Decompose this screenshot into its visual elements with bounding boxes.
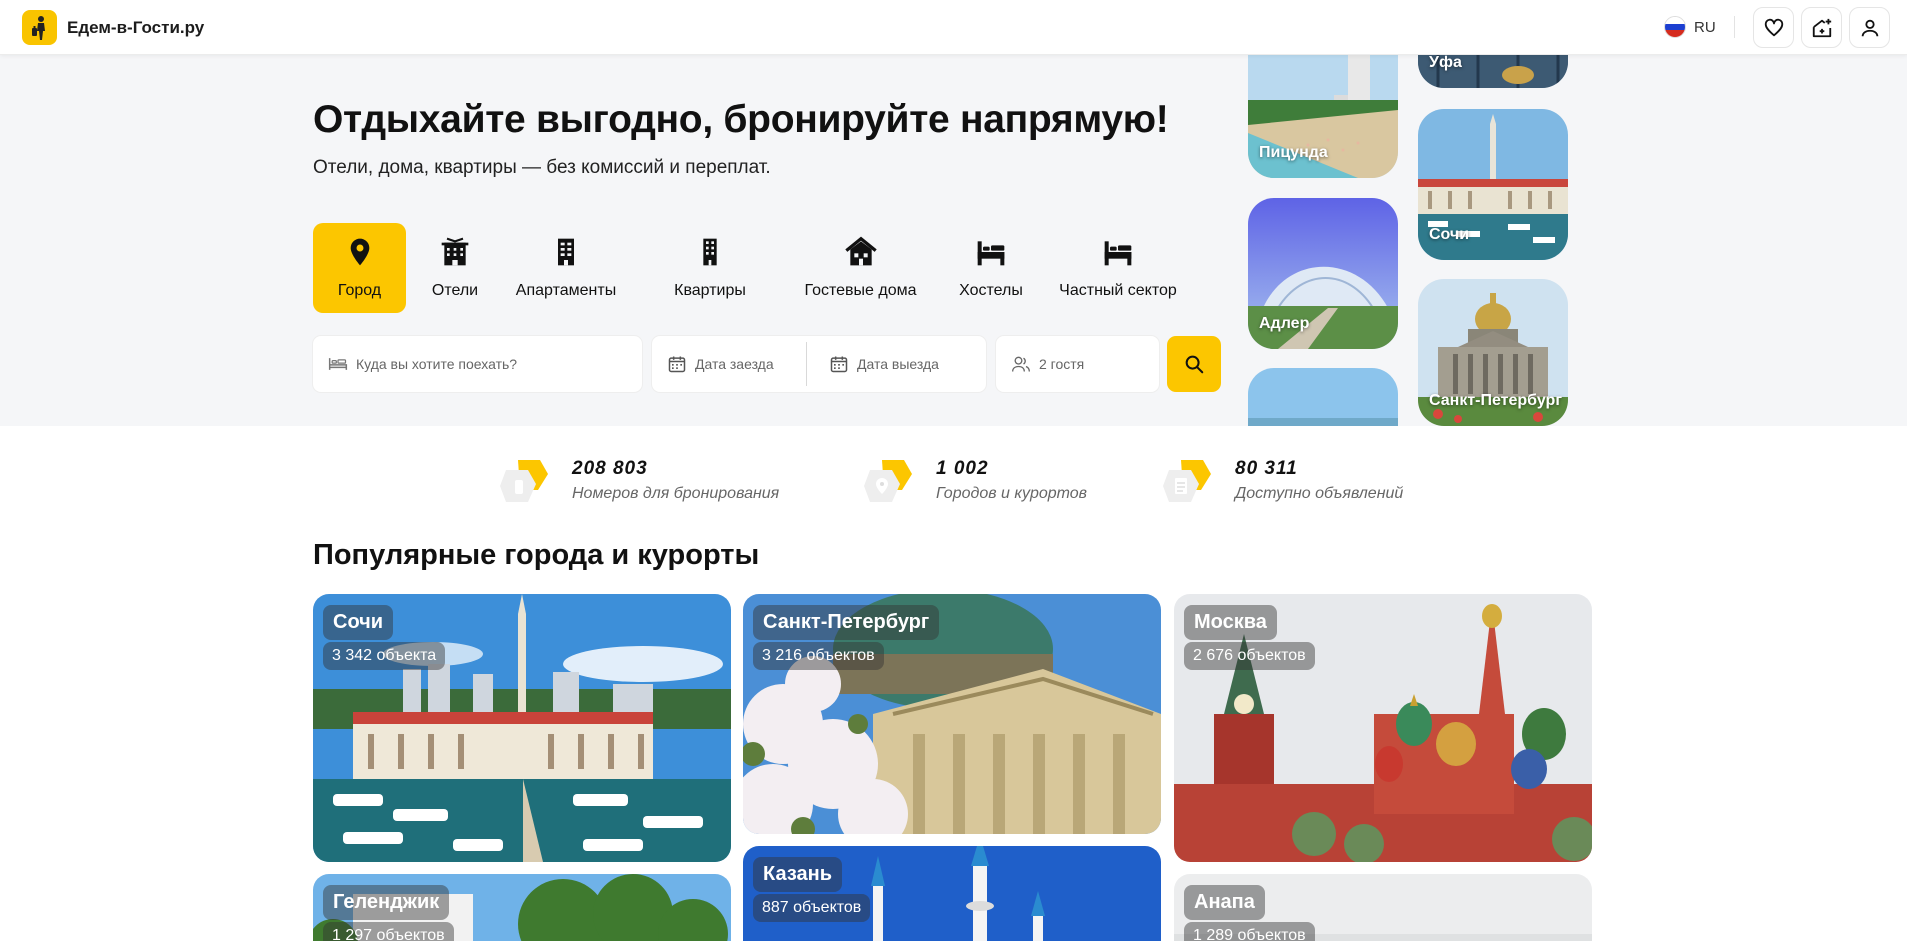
destination-input[interactable] — [356, 356, 616, 372]
checkin-field[interactable]: Дата заезда — [667, 354, 817, 374]
tab-label: Город — [337, 282, 382, 299]
stat-number: 208 803 — [572, 458, 648, 479]
calendar-icon — [668, 356, 686, 373]
city-name: Казань — [753, 857, 842, 892]
listings-stat-icon — [1163, 460, 1211, 502]
bed-icon — [328, 358, 348, 370]
city-name: Москва — [1184, 605, 1277, 640]
destination-field[interactable] — [313, 336, 642, 392]
tab-city[interactable]: Город — [313, 223, 406, 313]
tile-ufa[interactable]: Уфа — [1418, 55, 1568, 88]
map-pin-icon — [350, 238, 369, 266]
sea-photo — [1248, 368, 1398, 426]
bed-icon — [1104, 241, 1132, 266]
city-name: Геленджик — [323, 885, 450, 920]
language-label: RU — [1694, 18, 1716, 36]
calendar-icon — [830, 356, 848, 373]
city-card-moscow[interactable]: Москва 2 676 объектов — [1174, 594, 1592, 862]
tile-spb[interactable]: Санкт-Петербург — [1418, 279, 1568, 426]
tile-label: Сочи — [1429, 226, 1470, 243]
building-icon — [703, 238, 717, 266]
stat-label: Номеров для бронирования — [572, 485, 780, 502]
house-icon — [844, 236, 877, 266]
guests-field[interactable]: 2 гостя — [996, 336, 1159, 392]
city-count: 2 676 объектов — [1184, 642, 1315, 670]
profile-button[interactable] — [1849, 7, 1890, 48]
stat-label: Городов и курортов — [936, 485, 1088, 502]
logo-icon — [22, 10, 57, 45]
language-switcher[interactable]: RU — [1664, 16, 1716, 38]
tile-adler[interactable]: Адлер — [1248, 198, 1398, 349]
guests-label: 2 гостя — [1039, 356, 1085, 372]
checkout-label: Дата выезда — [857, 356, 939, 372]
tab-private-sector[interactable]: Частный сектор — [1043, 223, 1193, 313]
search-button[interactable] — [1167, 336, 1221, 392]
city-count: 3 216 объектов — [753, 642, 884, 670]
tab-hostels[interactable]: Хостелы — [936, 223, 1046, 313]
brand-logo[interactable]: Едем-в-Гости.ру — [22, 10, 204, 45]
hero-title: Отдыхайте выгодно, бронируйте напрямую! — [313, 98, 1169, 141]
tab-label: Апартаменты — [515, 282, 617, 299]
city-name: Сочи — [323, 605, 394, 640]
city-count: 3 342 объекта — [323, 642, 446, 670]
city-card-kazan[interactable]: Казань 887 объектов — [743, 846, 1161, 941]
city-count: 1 297 объектов — [323, 922, 454, 941]
hero-subtitle: Отели, дома, квартиры — без комиссий и п… — [313, 157, 771, 178]
top-header: Едем-в-Гости.ру RU — [0, 0, 1907, 55]
tab-label: Частный сектор — [1059, 282, 1177, 299]
city-name: Санкт-Петербург — [753, 605, 940, 640]
apartment-icon — [558, 238, 574, 266]
city-count: 887 объектов — [753, 894, 871, 922]
search-icon — [1185, 355, 1204, 374]
brand-name: Едем-в-Гости.ру — [67, 17, 205, 37]
city-count: 1 289 объектов — [1184, 922, 1315, 941]
add-listing-button[interactable] — [1801, 7, 1842, 48]
user-icon — [1861, 19, 1878, 36]
guests-icon — [1012, 356, 1030, 372]
tab-flats[interactable]: Квартиры — [670, 223, 750, 313]
russia-flag-icon — [1664, 16, 1686, 38]
tile-label: Санкт-Петербург — [1429, 392, 1562, 409]
add-listing-icon — [1812, 18, 1831, 37]
city-card-spb[interactable]: Санкт-Петербург 3 216 объектов — [743, 594, 1161, 834]
date-divider — [806, 342, 807, 386]
tile-pitsunda[interactable]: Пицунда — [1248, 55, 1398, 178]
cities-stat-icon — [864, 460, 912, 502]
favorites-button[interactable] — [1753, 7, 1794, 48]
popular-title: Популярные города и курорты — [313, 539, 760, 571]
bed-icon — [977, 241, 1005, 266]
checkout-field[interactable]: Дата выезда — [829, 354, 939, 374]
tab-guest-houses[interactable]: Гостевые дома — [783, 223, 938, 313]
stat-label: Доступно объявлений — [1235, 485, 1404, 502]
dates-field: Дата заезда Дата выезда — [652, 336, 986, 392]
tile-label: Пицунда — [1259, 144, 1328, 161]
tab-label: Хостелы — [959, 282, 1023, 299]
city-card-anapa[interactable]: Анапа 1 289 объектов — [1174, 874, 1592, 941]
header-divider — [1734, 16, 1735, 38]
tile-extra[interactable] — [1248, 368, 1398, 426]
tile-sochi[interactable]: Сочи — [1418, 109, 1568, 260]
checkin-label: Дата заезда — [695, 356, 774, 372]
stat-number: 80 311 — [1235, 458, 1298, 479]
tab-label: Квартиры — [674, 282, 746, 299]
tab-label: Гостевые дома — [804, 282, 917, 299]
tab-hotels[interactable]: Отели — [415, 223, 495, 313]
tab-apartments[interactable]: Апартаменты — [511, 223, 621, 313]
tile-label: Адлер — [1259, 315, 1310, 332]
stat-number: 1 002 — [936, 458, 989, 479]
tile-label: Уфа — [1429, 55, 1462, 71]
heart-icon — [1764, 18, 1783, 36]
city-name: Анапа — [1184, 885, 1265, 920]
hotel-icon — [441, 237, 469, 266]
tab-label: Отели — [431, 282, 479, 299]
hero-section: Отдыхайте выгодно, бронируйте напрямую! … — [0, 55, 1907, 426]
city-card-gelendzhik[interactable]: Геленджик 1 297 объектов — [313, 874, 731, 941]
rooms-stat-icon — [500, 460, 548, 502]
city-card-sochi[interactable]: Сочи 3 342 объекта — [313, 594, 731, 862]
